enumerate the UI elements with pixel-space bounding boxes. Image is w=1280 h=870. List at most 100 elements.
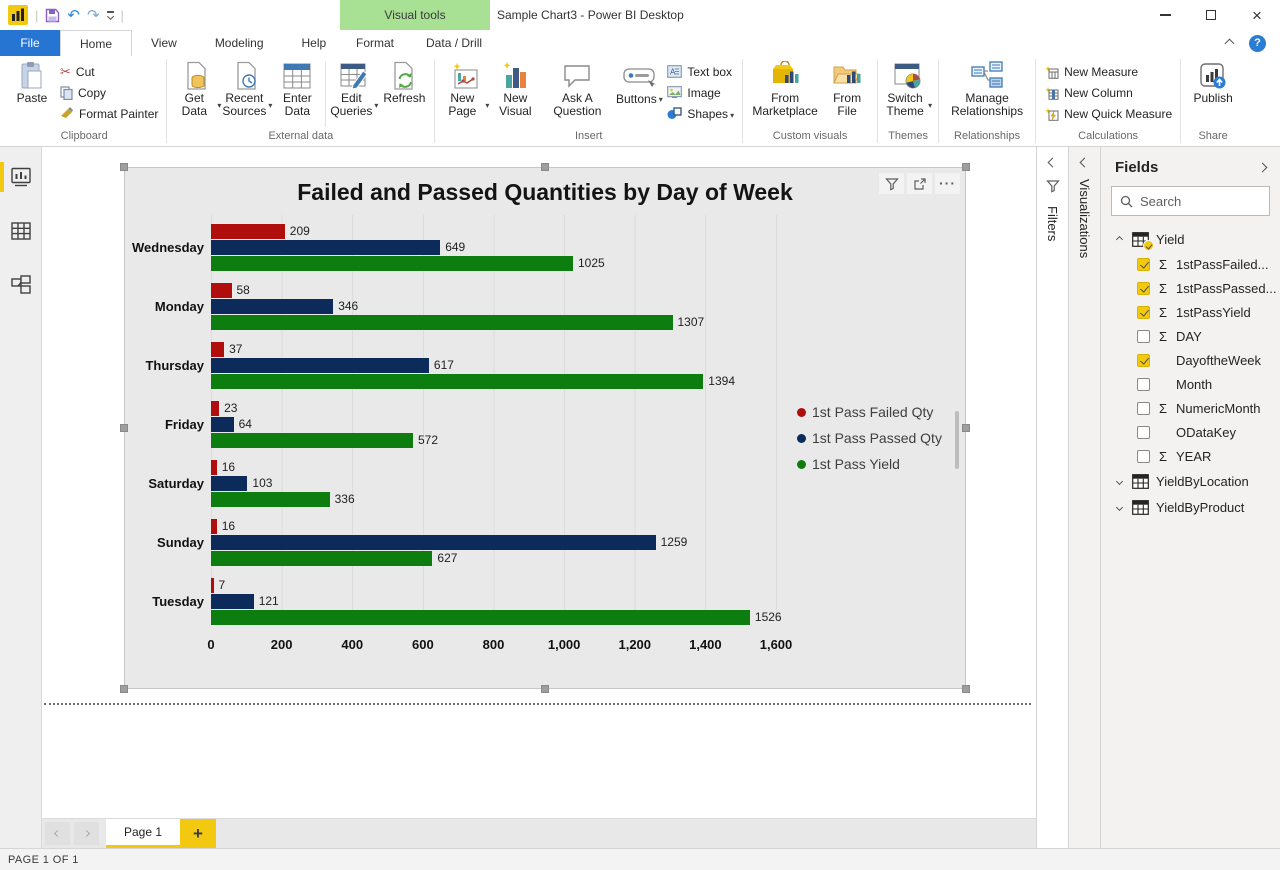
shapes-button[interactable]: Shapes — [664, 103, 737, 124]
new-column-button[interactable]: New Column — [1041, 82, 1175, 103]
bar-1st-pass-yield[interactable] — [211, 610, 750, 625]
from-file-button[interactable]: From File — [822, 60, 872, 119]
visualizations-pane-collapsed[interactable]: Visualizations — [1068, 147, 1100, 848]
bar-1st-pass-passed-qty[interactable] — [211, 240, 440, 255]
undo-icon[interactable]: ↶ — [67, 8, 80, 23]
bar-1st-pass-passed-qty[interactable] — [211, 594, 254, 609]
previous-page-arrow[interactable] — [45, 822, 70, 845]
new-page-button[interactable]: New Page — [440, 60, 490, 119]
ask-a-question-button[interactable]: Ask A Question — [540, 60, 614, 119]
tab-help[interactable]: Help — [283, 30, 346, 56]
copy-button[interactable]: Copy — [57, 82, 161, 103]
bar-1st-pass-passed-qty[interactable] — [211, 476, 247, 491]
expand-filters-icon[interactable] — [1048, 158, 1058, 168]
bar-1st-pass-passed-qty[interactable] — [211, 358, 429, 373]
bar-1st-pass-yield[interactable] — [211, 315, 673, 330]
resize-handle-bottom-center[interactable] — [541, 685, 549, 693]
field-row-1stpasspassed-[interactable]: Σ1stPassPassed... — [1101, 276, 1280, 300]
paste-button[interactable]: Paste — [7, 60, 57, 106]
expand-chevron-cell[interactable] — [1113, 505, 1125, 510]
bar-1st-pass-failed-qty[interactable] — [211, 519, 217, 534]
sidebar-item-data-view[interactable] — [0, 211, 42, 251]
bar-1st-pass-yield[interactable] — [211, 374, 703, 389]
collapse-ribbon-icon[interactable] — [1225, 38, 1235, 48]
close-button[interactable]: × — [1234, 0, 1280, 30]
field-row-month[interactable]: Month — [1101, 372, 1280, 396]
table-row-yieldbyproduct[interactable]: YieldByProduct — [1101, 494, 1280, 520]
more-options-icon[interactable]: ··· — [935, 173, 960, 194]
sidebar-item-model-view[interactable] — [0, 265, 42, 305]
collapse-table-icon[interactable] — [1115, 235, 1122, 242]
field-checkbox[interactable] — [1137, 450, 1150, 463]
text-box-button[interactable]: AText box — [664, 61, 737, 82]
new-measure-button[interactable]: New Measure — [1041, 61, 1175, 82]
enter-data-button[interactable]: Enter Data — [272, 60, 322, 119]
bar-1st-pass-yield[interactable] — [211, 256, 573, 271]
expand-visualizations-icon[interactable] — [1080, 158, 1090, 168]
resize-handle-middle-left[interactable] — [120, 424, 128, 432]
customize-toolbar-icon[interactable] — [107, 11, 114, 19]
new-quick-measure-button[interactable]: New Quick Measure — [1041, 103, 1175, 124]
field-checkbox[interactable] — [1137, 282, 1150, 295]
switch-theme-button[interactable]: Switch Theme — [883, 60, 933, 119]
collapse-fields-icon[interactable] — [1258, 163, 1268, 173]
legend-item[interactable]: 1st Pass Passed Qty — [797, 430, 942, 446]
redo-icon[interactable]: ↷ — [87, 8, 100, 23]
tab-format[interactable]: Format — [340, 30, 410, 56]
bar-1st-pass-failed-qty[interactable] — [211, 460, 217, 475]
bar-1st-pass-passed-qty[interactable] — [211, 417, 234, 432]
buttons-button[interactable]: Buttons — [614, 60, 664, 107]
focus-mode-icon[interactable] — [907, 173, 932, 194]
bar-1st-pass-yield[interactable] — [211, 551, 432, 566]
field-checkbox[interactable] — [1137, 306, 1150, 319]
new-page-tab-button[interactable]: + — [180, 819, 216, 848]
field-row-odatakey[interactable]: ODataKey — [1101, 420, 1280, 444]
bar-1st-pass-passed-qty[interactable] — [211, 535, 656, 550]
tab-home[interactable]: Home — [60, 30, 132, 56]
bar-chart-visual[interactable]: ··· Failed and Passed Quantities by Day … — [125, 168, 965, 688]
tab-view[interactable]: View — [132, 30, 196, 56]
field-row-1stpassfailed-[interactable]: Σ1stPassFailed... — [1101, 252, 1280, 276]
cut-button[interactable]: ✂Cut — [57, 61, 161, 82]
table-row-yieldbylocation[interactable]: YieldByLocation — [1101, 468, 1280, 494]
field-row-year[interactable]: ΣYEAR — [1101, 444, 1280, 468]
resize-handle-top-left[interactable] — [120, 163, 128, 171]
bar-1st-pass-failed-qty[interactable] — [211, 224, 285, 239]
recent-sources-button[interactable]: Recent Sources — [222, 60, 272, 119]
resize-handle-middle-right[interactable] — [962, 424, 970, 432]
refresh-button[interactable]: Refresh — [379, 60, 429, 106]
legend-item[interactable]: 1st Pass Yield — [797, 456, 942, 472]
minimize-button[interactable] — [1142, 0, 1188, 30]
maximize-button[interactable] — [1188, 0, 1234, 30]
sidebar-item-report-view[interactable] — [0, 157, 42, 197]
resize-handle-top-center[interactable] — [541, 163, 549, 171]
bar-1st-pass-passed-qty[interactable] — [211, 299, 333, 314]
legend-item[interactable]: 1st Pass Failed Qty — [797, 404, 942, 420]
expand-chevron-cell[interactable] — [1113, 479, 1125, 484]
bar-1st-pass-failed-qty[interactable] — [211, 342, 224, 357]
resize-handle-bottom-left[interactable] — [120, 685, 128, 693]
field-row-day[interactable]: ΣDAY — [1101, 324, 1280, 348]
bar-1st-pass-failed-qty[interactable] — [211, 401, 219, 416]
legend-scrollbar[interactable] — [955, 411, 959, 469]
image-button[interactable]: Image — [664, 82, 737, 103]
resize-handle-top-right[interactable] — [962, 163, 970, 171]
field-checkbox[interactable] — [1137, 378, 1150, 391]
table-row-yield[interactable]: Yield — [1101, 226, 1280, 252]
field-row-numericmonth[interactable]: ΣNumericMonth — [1101, 396, 1280, 420]
bar-1st-pass-failed-qty[interactable] — [211, 578, 214, 593]
field-checkbox[interactable] — [1137, 258, 1150, 271]
report-page[interactable]: ··· Failed and Passed Quantities by Day … — [42, 147, 1036, 818]
bar-1st-pass-failed-qty[interactable] — [211, 283, 232, 298]
filters-pane-collapsed[interactable]: Filters — [1036, 147, 1068, 848]
tab-data-drill[interactable]: Data / Drill — [410, 30, 498, 56]
manage-relationships-button[interactable]: Manage Relationships — [950, 60, 1024, 119]
bar-1st-pass-yield[interactable] — [211, 492, 330, 507]
field-checkbox[interactable] — [1137, 402, 1150, 415]
bar-1st-pass-yield[interactable] — [211, 433, 413, 448]
help-icon[interactable]: ? — [1249, 35, 1266, 52]
resize-handle-bottom-right[interactable] — [962, 685, 970, 693]
tab-file[interactable]: File — [0, 30, 60, 56]
field-checkbox[interactable] — [1137, 330, 1150, 343]
from-marketplace-button[interactable]: From Marketplace — [748, 60, 822, 119]
